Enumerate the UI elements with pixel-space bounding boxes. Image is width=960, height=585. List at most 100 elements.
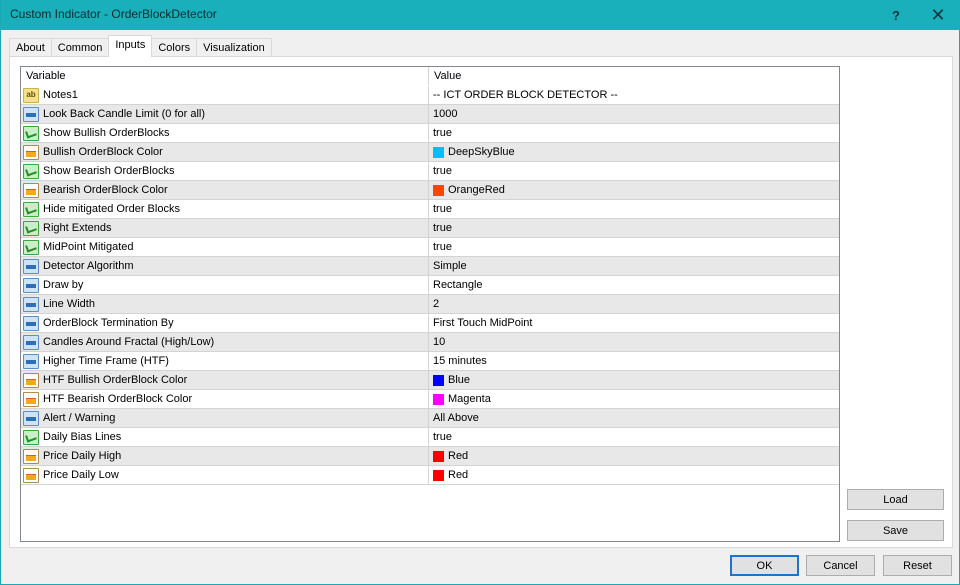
help-button[interactable]: ? xyxy=(873,0,919,30)
value-text: true xyxy=(433,203,452,215)
boolean-icon xyxy=(23,239,39,255)
value-cell[interactable]: OrangeRed xyxy=(429,181,839,199)
ok-button[interactable]: OK xyxy=(730,555,799,576)
variable-name: Hide mitigated Order Blocks xyxy=(43,203,180,215)
value-cell[interactable]: Simple xyxy=(429,257,839,275)
value-cell[interactable]: All Above xyxy=(429,409,839,427)
grid-row[interactable]: Right Extends true xyxy=(21,219,839,238)
value-cell[interactable]: Red xyxy=(429,447,839,465)
color-icon xyxy=(23,372,39,388)
dialog-window: Custom Indicator - OrderBlockDetector ? … xyxy=(0,0,960,585)
variable-name: HTF Bullish OrderBlock Color xyxy=(43,374,188,386)
grid-row[interactable]: Daily Bias Lines true xyxy=(21,428,839,447)
variable-cell: ab Notes1 xyxy=(21,86,429,104)
variable-cell: Right Extends xyxy=(21,219,429,237)
value-text: Rectangle xyxy=(433,279,483,291)
cancel-button[interactable]: Cancel xyxy=(806,555,875,576)
grid-row[interactable]: Detector Algorithm Simple xyxy=(21,257,839,276)
variable-name: Daily Bias Lines xyxy=(43,431,122,443)
integer-icon xyxy=(23,296,39,312)
value-cell[interactable]: 1000 xyxy=(429,105,839,123)
variable-cell: Bullish OrderBlock Color xyxy=(21,143,429,161)
tab-visualization[interactable]: Visualization xyxy=(196,38,272,57)
grid-row[interactable]: Hide mitigated Order Blocks true xyxy=(21,200,839,219)
load-button[interactable]: Load xyxy=(847,489,944,510)
variable-name: HTF Bearish OrderBlock Color xyxy=(43,393,193,405)
value-cell[interactable]: Rectangle xyxy=(429,276,839,294)
tab-inputs[interactable]: Inputs xyxy=(108,35,153,57)
grid-row[interactable]: Higher Time Frame (HTF) 15 minutes xyxy=(21,352,839,371)
value-cell[interactable]: Magenta xyxy=(429,390,839,408)
variable-cell: HTF Bearish OrderBlock Color xyxy=(21,390,429,408)
value-cell[interactable]: true xyxy=(429,200,839,218)
grid-row[interactable]: ab Notes1 -- ICT ORDER BLOCK DETECTOR -- xyxy=(21,86,839,105)
window-title: Custom Indicator - OrderBlockDetector xyxy=(10,7,217,21)
value-cell[interactable]: 2 xyxy=(429,295,839,313)
integer-icon xyxy=(23,315,39,331)
variable-cell: Alert / Warning xyxy=(21,409,429,427)
grid-row[interactable]: OrderBlock Termination By First Touch Mid… xyxy=(21,314,839,333)
variable-name: MidPoint Mitigated xyxy=(43,241,134,253)
tab-colors[interactable]: Colors xyxy=(151,38,198,57)
value-cell[interactable]: true xyxy=(429,428,839,446)
value-text: All Above xyxy=(433,412,479,424)
tab-common[interactable]: Common xyxy=(50,38,110,57)
value-cell[interactable]: Red xyxy=(429,466,839,484)
variable-name: Higher Time Frame (HTF) xyxy=(43,355,169,367)
value-cell[interactable]: true xyxy=(429,162,839,180)
title-bar[interactable]: Custom Indicator - OrderBlockDetector ? … xyxy=(1,0,960,30)
integer-icon xyxy=(23,106,39,122)
value-text: OrangeRed xyxy=(448,184,505,196)
color-swatch xyxy=(433,184,444,196)
color-icon xyxy=(23,448,39,464)
variable-name: Look Back Candle Limit (0 for all) xyxy=(43,108,206,120)
value-text: 15 minutes xyxy=(433,355,487,367)
value-text: true xyxy=(433,222,452,234)
grid-row[interactable]: MidPoint Mitigated true xyxy=(21,238,839,257)
grid-row[interactable]: Bearish OrderBlock Color OrangeRed xyxy=(21,181,839,200)
column-header-value[interactable]: Value xyxy=(429,67,839,85)
value-cell[interactable]: 15 minutes xyxy=(429,352,839,370)
value-cell[interactable]: 10 xyxy=(429,333,839,351)
variable-name: OrderBlock Termination By xyxy=(43,317,174,329)
boolean-icon xyxy=(23,220,39,236)
grid-row[interactable]: Candles Around Fractal (High/Low) 10 xyxy=(21,333,839,352)
value-cell[interactable]: Blue xyxy=(429,371,839,389)
grid-row[interactable]: Show Bullish OrderBlocks true xyxy=(21,124,839,143)
variable-cell: Show Bearish OrderBlocks xyxy=(21,162,429,180)
variable-cell: Line Width xyxy=(21,295,429,313)
grid-row[interactable]: Line Width 2 xyxy=(21,295,839,314)
color-swatch xyxy=(433,146,444,158)
grid-row[interactable]: Show Bearish OrderBlocks true xyxy=(21,162,839,181)
variable-name: Notes1 xyxy=(43,89,78,101)
reset-button[interactable]: Reset xyxy=(883,555,952,576)
color-icon xyxy=(23,144,39,160)
value-text: Red xyxy=(448,450,469,462)
value-cell[interactable]: true xyxy=(429,219,839,237)
grid-row[interactable]: Price Daily Low Red xyxy=(21,466,839,485)
grid-row[interactable]: Bullish OrderBlock Color DeepSkyBlue xyxy=(21,143,839,162)
variable-cell: HTF Bullish OrderBlock Color xyxy=(21,371,429,389)
value-cell[interactable]: true xyxy=(429,124,839,142)
tab-about[interactable]: About xyxy=(9,38,52,57)
column-header-variable[interactable]: Variable xyxy=(21,67,429,85)
variable-name: Price Daily Low xyxy=(43,469,119,481)
value-cell[interactable]: -- ICT ORDER BLOCK DETECTOR -- xyxy=(429,86,839,104)
value-cell[interactable]: DeepSkyBlue xyxy=(429,143,839,161)
close-button[interactable]: ✕ xyxy=(915,0,960,30)
variable-name: Price Daily High xyxy=(43,450,122,462)
value-cell[interactable]: true xyxy=(429,238,839,256)
integer-icon xyxy=(23,334,39,350)
save-button[interactable]: Save xyxy=(847,520,944,541)
integer-icon xyxy=(23,353,39,369)
string-icon: ab xyxy=(23,87,39,103)
grid-row[interactable]: Price Daily High Red xyxy=(21,447,839,466)
value-cell[interactable]: First Touch MidPoint xyxy=(429,314,839,332)
variable-cell: MidPoint Mitigated xyxy=(21,238,429,256)
grid-row[interactable]: Look Back Candle Limit (0 for all) 1000 xyxy=(21,105,839,124)
variable-cell: Daily Bias Lines xyxy=(21,428,429,446)
grid-row[interactable]: HTF Bullish OrderBlock Color Blue xyxy=(21,371,839,390)
grid-row[interactable]: HTF Bearish OrderBlock Color Magenta xyxy=(21,390,839,409)
grid-row[interactable]: Draw by Rectangle xyxy=(21,276,839,295)
grid-row[interactable]: Alert / Warning All Above xyxy=(21,409,839,428)
